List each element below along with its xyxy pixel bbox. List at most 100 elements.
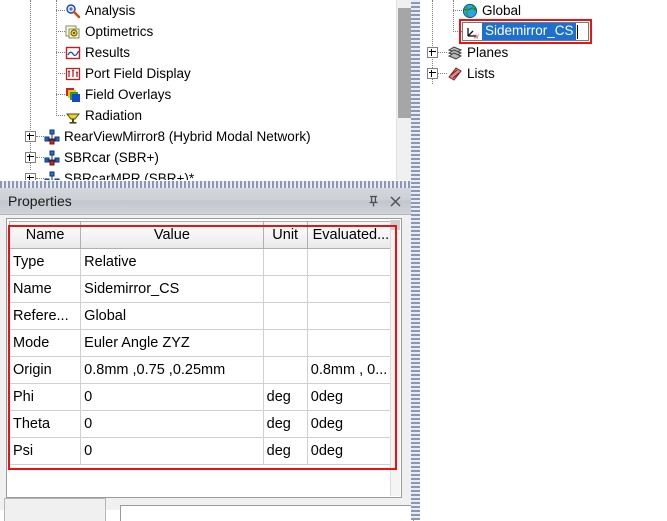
- property-name-cell[interactable]: Name: [8, 275, 82, 303]
- project-tree-item-label: SBRcarMPR (SBR+)*: [64, 170, 195, 180]
- property-value-cell[interactable]: 0: [80, 410, 264, 438]
- scrollbar-thumb[interactable]: [398, 8, 411, 118]
- text-caret: [576, 24, 578, 39]
- scrollbar-thumb[interactable]: [391, 220, 400, 230]
- property-unit-cell[interactable]: [262, 248, 308, 276]
- property-unit-cell[interactable]: [262, 356, 308, 384]
- expand-icon[interactable]: [25, 173, 36, 180]
- analysis-icon: [65, 3, 81, 19]
- radiation-icon: [65, 108, 81, 124]
- tree-connector: [438, 52, 447, 53]
- property-name-cell[interactable]: Refere...: [8, 302, 82, 330]
- property-evaluated-cell[interactable]: 0deg: [306, 437, 396, 465]
- port-field-display-icon: [65, 66, 81, 82]
- property-evaluated-cell[interactable]: 0deg: [306, 410, 396, 438]
- close-icon[interactable]: [384, 190, 406, 212]
- property-evaluated-cell[interactable]: 0deg: [306, 383, 396, 411]
- table-row[interactable]: Origin 0.8mm ,0.75 ,0.25mm 0.8mm , 0...: [8, 356, 396, 384]
- table-row[interactable]: Type Relative: [8, 248, 396, 276]
- table-header-row: Name Value Unit Evaluated...: [8, 221, 396, 249]
- project-tree-item-label: Radiation: [85, 107, 143, 123]
- property-unit-cell[interactable]: deg: [262, 383, 308, 411]
- project-tree-item[interactable]: RearViewMirror8 (Hybrid Modal Network): [0, 126, 396, 147]
- tree-connector: [36, 157, 44, 158]
- project-tree-item[interactable]: Port Field Display: [0, 63, 396, 84]
- table-row[interactable]: Refere... Global: [8, 302, 396, 330]
- property-value-cell[interactable]: Relative: [80, 248, 264, 276]
- project-tree-item[interactable]: Results: [0, 42, 396, 63]
- property-unit-cell[interactable]: [262, 329, 308, 357]
- bottom-panel-tab[interactable]: [4, 498, 106, 521]
- property-unit-cell[interactable]: [262, 302, 308, 330]
- property-unit-cell[interactable]: [262, 275, 308, 303]
- column-header-unit[interactable]: Unit: [263, 221, 308, 249]
- coordinate-systems-tree[interactable]: Global w Sidemirror_CS Planes Lists: [420, 0, 667, 520]
- project-tree-item[interactable]: Analysis: [0, 0, 396, 21]
- property-evaluated-cell[interactable]: 0.8mm , 0...: [306, 356, 396, 384]
- coordinate-tree-item-label: Lists: [467, 65, 495, 81]
- project-tree-item[interactable]: Optimetrics: [0, 21, 396, 42]
- pin-icon[interactable]: [362, 190, 384, 212]
- properties-grid-scrollbar[interactable]: [390, 220, 400, 496]
- tree-connector: [56, 52, 65, 53]
- project-tree-item-label: Optimetrics: [85, 23, 154, 39]
- table-row[interactable]: Psi 0 deg 0deg: [8, 437, 396, 465]
- property-value-cell[interactable]: 0.8mm ,0.75 ,0.25mm: [80, 356, 264, 384]
- coordinate-tree-item[interactable]: Planes: [420, 42, 667, 63]
- coordinate-tree-item[interactable]: Global: [420, 0, 667, 21]
- property-value-cell[interactable]: 0: [80, 437, 264, 465]
- globe-icon: [462, 3, 478, 19]
- expand-icon[interactable]: [427, 47, 438, 58]
- properties-panel: Properties Name Value Unit Evaluated... …: [0, 188, 412, 510]
- table-row[interactable]: Mode Euler Angle ZYZ: [8, 329, 396, 357]
- property-value-cell[interactable]: Sidemirror_CS: [80, 275, 264, 303]
- expand-icon[interactable]: [25, 152, 36, 163]
- design-icon: [44, 150, 60, 166]
- table-row[interactable]: Name Sidemirror_CS: [8, 275, 396, 303]
- property-evaluated-cell[interactable]: [306, 275, 396, 303]
- coordinate-tree-item[interactable]: Lists: [420, 63, 667, 84]
- coordinate-tree-item[interactable]: w Sidemirror_CS: [420, 21, 667, 42]
- property-unit-cell[interactable]: deg: [262, 437, 308, 465]
- property-name-cell[interactable]: Mode: [8, 329, 82, 357]
- tree-connector: [36, 178, 44, 179]
- column-header-value[interactable]: Value: [80, 221, 264, 249]
- column-header-evaluated[interactable]: Evaluated...: [307, 221, 396, 249]
- properties-table: Name Value Unit Evaluated... Type Relativ…: [8, 221, 396, 465]
- property-name-cell[interactable]: Phi: [8, 383, 82, 411]
- tree-connector: [56, 73, 65, 74]
- vertical-splitter[interactable]: [411, 0, 420, 520]
- expand-icon[interactable]: [427, 68, 438, 79]
- project-tree-item[interactable]: SBRcarMPR (SBR+)*: [0, 168, 396, 180]
- project-tree-item[interactable]: SBRcar (SBR+): [0, 147, 396, 168]
- column-header-name[interactable]: Name: [8, 221, 82, 249]
- property-name-cell[interactable]: Psi: [8, 437, 82, 465]
- design-icon: [44, 129, 60, 145]
- tree-connector: [438, 73, 447, 74]
- property-name-cell[interactable]: Origin: [8, 356, 82, 384]
- rename-input-text[interactable]: Sidemirror_CS: [482, 23, 576, 40]
- property-evaluated-cell[interactable]: [306, 302, 396, 330]
- bottom-panel-area: [120, 505, 414, 521]
- property-name-cell[interactable]: Theta: [8, 410, 82, 438]
- property-evaluated-cell[interactable]: [306, 329, 396, 357]
- tree-connector: [56, 10, 65, 11]
- expand-icon[interactable]: [25, 131, 36, 142]
- property-value-cell[interactable]: Euler Angle ZYZ: [80, 329, 264, 357]
- property-value-cell[interactable]: Global: [80, 302, 264, 330]
- project-tree-item[interactable]: Field Overlays: [0, 84, 396, 105]
- panel-title: Properties: [8, 193, 72, 209]
- property-name-cell[interactable]: Type: [8, 248, 82, 276]
- project-tree-item[interactable]: Radiation: [0, 105, 396, 126]
- property-value-cell[interactable]: 0: [80, 383, 264, 411]
- table-row[interactable]: Theta 0 deg 0deg: [8, 410, 396, 438]
- properties-titlebar[interactable]: Properties: [0, 188, 412, 215]
- project-tree[interactable]: Analysis Optimetrics Results Port Field Dis…: [0, 0, 396, 180]
- property-evaluated-cell[interactable]: [306, 248, 396, 276]
- properties-grid[interactable]: Name Value Unit Evaluated... Type Relativ…: [6, 218, 402, 498]
- project-tree-scrollbar[interactable]: [396, 0, 412, 180]
- property-unit-cell[interactable]: deg: [262, 410, 308, 438]
- rename-edit-box[interactable]: w Sidemirror_CS: [462, 22, 589, 41]
- coordinate-system-icon: w: [464, 24, 480, 40]
- table-row[interactable]: Phi 0 deg 0deg: [8, 383, 396, 411]
